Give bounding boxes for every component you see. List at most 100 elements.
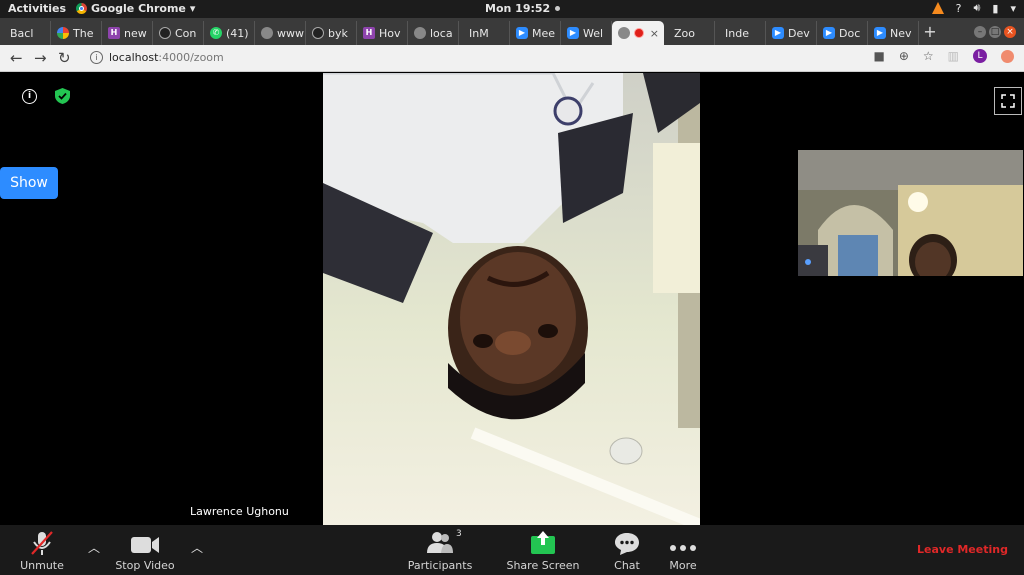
browser-tab[interactable]: Bacl [0,21,51,45]
browser-tab[interactable]: ▶ Nev [868,21,919,45]
browser-tab[interactable]: ▶ Doc [817,21,868,45]
tab-label: Mee [532,26,556,40]
zoom-magnifier-icon[interactable]: ⊕ [899,49,909,63]
browser-tab[interactable]: Zoo [664,21,715,45]
browser-tab[interactable]: ▶ Mee [510,21,561,45]
browser-tab[interactable]: www [255,21,306,45]
hashnode-icon: H [108,27,120,39]
stop-video-button[interactable]: Stop Video [112,525,178,575]
browser-tab[interactable]: loca [408,21,459,45]
battery-icon[interactable]: ▮ [992,2,998,15]
security-shield-icon[interactable] [55,88,70,108]
hashnode-icon: H [363,27,375,39]
tab-label: (41) [226,26,249,40]
zoom-icon: ▶ [772,27,784,39]
help-icon[interactable]: ? [956,2,962,15]
browser-tab[interactable]: ▶ Dev [766,21,817,45]
chevron-down-icon: ▾ [189,2,196,15]
tab-close-icon[interactable]: × [650,27,659,40]
stop-video-label: Stop Video [115,559,175,572]
participants-label: Participants [407,559,473,572]
share-screen-button[interactable]: Share Screen [506,525,580,575]
browser-tab[interactable]: InM [459,21,510,45]
clock-text: Mon 19:52 [485,2,551,15]
profile-avatar[interactable]: L [973,49,987,63]
google-icon [57,27,69,39]
browser-tab[interactable]: ▶ Wel [561,21,612,45]
back-arrow-icon[interactable]: ← [10,49,23,67]
leave-meeting-button[interactable]: Leave Meeting [917,543,1008,556]
self-view-video[interactable] [798,150,1023,276]
audio-options-chevron-icon[interactable]: ︿ [88,539,100,556]
window-close-button[interactable]: × [1004,25,1016,38]
unmute-label: Unmute [20,559,64,572]
browser-tab[interactable]: The [51,21,102,45]
active-speaker-video[interactable] [323,73,700,525]
tab-label: Inde [725,26,749,40]
chat-bubble-icon [615,533,639,555]
chat-label: Chat [614,559,640,572]
url-host: localhost [109,51,159,64]
microphone-muted-icon [31,531,53,555]
tab-label: Doc [839,26,861,40]
volume-icon[interactable]: 🔊︎ [973,1,980,15]
speaker-video-frame [323,73,700,525]
participants-button[interactable]: 3 Participants [405,525,475,575]
tab-active[interactable]: × [612,21,664,45]
participants-icon [427,532,453,553]
address-bar-row: ← → ↻ i localhost:4000/zoom ■ ⊕ ☆ ▥ L [0,45,1024,72]
minimize-button[interactable]: – [974,25,986,38]
tab-label: loca [430,26,453,40]
browser-tab[interactable]: byk [306,21,357,45]
url-field[interactable]: i localhost:4000/zoom [90,51,224,64]
window-controls: – □ × [974,25,1016,38]
browser-tab-strip: Bacl The Hnew Con ✆ (41) www byk H Hov loca InM ▶ Mee… [0,18,1024,45]
browser-tab[interactable]: Inde [715,21,766,45]
github-icon [312,27,324,39]
bookmark-star-icon[interactable]: ☆ [923,49,934,63]
globe-icon [261,27,273,39]
address-bar-actions: ■ ⊕ ☆ ▥ L [873,49,1014,63]
tab-label: The [73,26,94,40]
maximize-button[interactable]: □ [989,25,1001,38]
chat-button[interactable]: Chat [607,525,647,575]
tab-label: Dev [788,26,810,40]
activities-button[interactable]: Activities [8,2,66,15]
zoom-icon: ▶ [516,27,528,39]
tab-list: Bacl The Hnew Con ✆ (41) www byk H Hov loca InM ▶ Mee… [0,21,919,45]
browser-tab[interactable]: Con [153,21,204,45]
app-name: Google Chrome [91,2,186,15]
system-tray[interactable]: ? 🔊︎ ▮ ▾ [931,1,1016,15]
url-path: :4000/zoom [158,51,224,64]
extension-icon[interactable] [1001,49,1014,63]
fullscreen-button[interactable] [994,87,1022,115]
vlc-icon[interactable] [931,2,944,14]
app-menu[interactable]: Google Chrome ▾ [76,2,195,15]
tab-label: new [124,26,147,40]
tab-label: InM [469,26,489,40]
share-screen-icon [531,531,555,554]
clock[interactable]: Mon 19:52 [485,2,561,15]
unmute-button[interactable]: Unmute [18,525,66,575]
browser-tab[interactable]: H Hov [357,21,408,45]
camera-in-use-icon[interactable]: ■ [873,49,884,63]
more-button[interactable]: More [662,525,704,575]
globe-icon [618,27,630,39]
fullscreen-icon [1001,94,1015,108]
tab-label: Hov [379,26,401,40]
more-dots-icon [670,545,696,551]
new-tab-button[interactable]: + [919,22,941,41]
forward-arrow-icon[interactable]: → [34,49,47,67]
browser-tab[interactable]: ✆ (41) [204,21,255,45]
zoom-icon: ▶ [567,27,579,39]
browser-tab[interactable]: Hnew [102,21,153,45]
extensions-icon[interactable]: ▥ [948,49,959,63]
tab-label: www [277,26,304,40]
video-options-chevron-icon[interactable]: ︿ [191,539,203,556]
show-button[interactable]: Show [0,167,58,199]
site-info-icon[interactable]: i [90,51,103,64]
reload-icon[interactable]: ↻ [58,49,71,67]
video-camera-icon [131,537,159,553]
power-menu-icon[interactable]: ▾ [1010,2,1016,15]
meeting-info-icon[interactable]: i [22,89,37,104]
